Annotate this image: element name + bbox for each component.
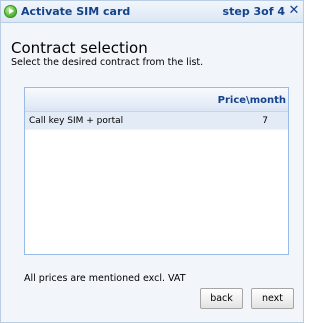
- activate-sim-dialog: Activate SIM card step 3of 4 ✕ Contract …: [0, 0, 304, 323]
- grid-header: Price\month: [25, 88, 288, 112]
- column-header-price[interactable]: Price\month: [218, 95, 286, 106]
- back-button[interactable]: back: [200, 288, 243, 309]
- table-row[interactable]: Call key SIM + portal 7: [25, 112, 288, 130]
- next-button[interactable]: next: [251, 288, 294, 309]
- page-subtitle: Select the desired contract from the lis…: [11, 57, 204, 68]
- contract-grid: Price\month Call key SIM + portal 7: [24, 87, 289, 255]
- page-title: Contract selection: [11, 39, 148, 57]
- step-indicator: step 3of 4: [222, 5, 285, 18]
- vat-footnote: All prices are mentioned excl. VAT: [24, 273, 186, 284]
- dialog-title: Activate SIM card: [21, 5, 131, 18]
- dialog-titlebar: Activate SIM card step 3of 4 ✕: [1, 1, 303, 23]
- close-icon[interactable]: ✕: [287, 4, 301, 18]
- green-arrow-circle-icon: [4, 5, 17, 18]
- contract-price-cell: 7: [262, 116, 268, 126]
- contract-name-cell: Call key SIM + portal: [29, 116, 124, 126]
